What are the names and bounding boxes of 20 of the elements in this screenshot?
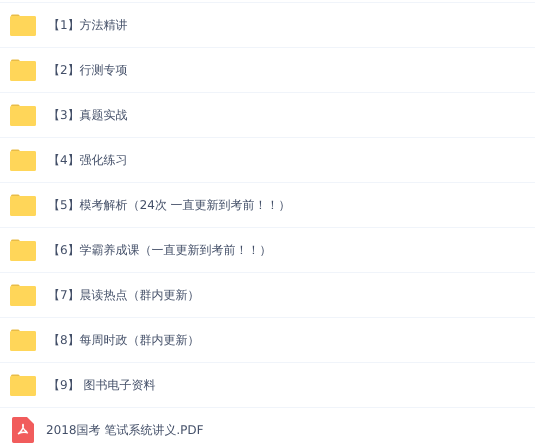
file-name[interactable]: 【7】晨读热点（群内更新） <box>48 286 200 304</box>
file-name[interactable]: 【3】真题实战 <box>48 106 128 124</box>
folder-icon <box>10 329 36 351</box>
file-name[interactable]: 【6】学霸养成课（一直更新到考前！！） <box>48 242 272 258</box>
folder-icon <box>10 374 36 396</box>
file-name[interactable]: 【5】模考解析（24次 一直更新到考前！！） <box>48 196 291 214</box>
folder-icon <box>10 284 36 306</box>
file-name[interactable]: 【8】每周时政（群内更新） <box>48 332 200 348</box>
file-name[interactable]: 【1】方法精讲 <box>48 16 128 34</box>
file-name[interactable]: 【4】强化练习 <box>48 152 128 168</box>
folder-icon <box>10 194 36 216</box>
pdf-file-icon <box>12 417 34 443</box>
folder-icon <box>10 149 36 171</box>
folder-icon <box>10 59 36 81</box>
file-name[interactable]: 【9】 图书电子资料 <box>48 376 156 394</box>
folder-icon <box>10 239 36 261</box>
file-name[interactable]: 【2】行测专项 <box>48 62 128 78</box>
file-name[interactable]: 2018国考 笔试系统讲义.PDF <box>46 422 204 438</box>
folder-icon <box>10 104 36 126</box>
folder-icon <box>10 14 36 36</box>
